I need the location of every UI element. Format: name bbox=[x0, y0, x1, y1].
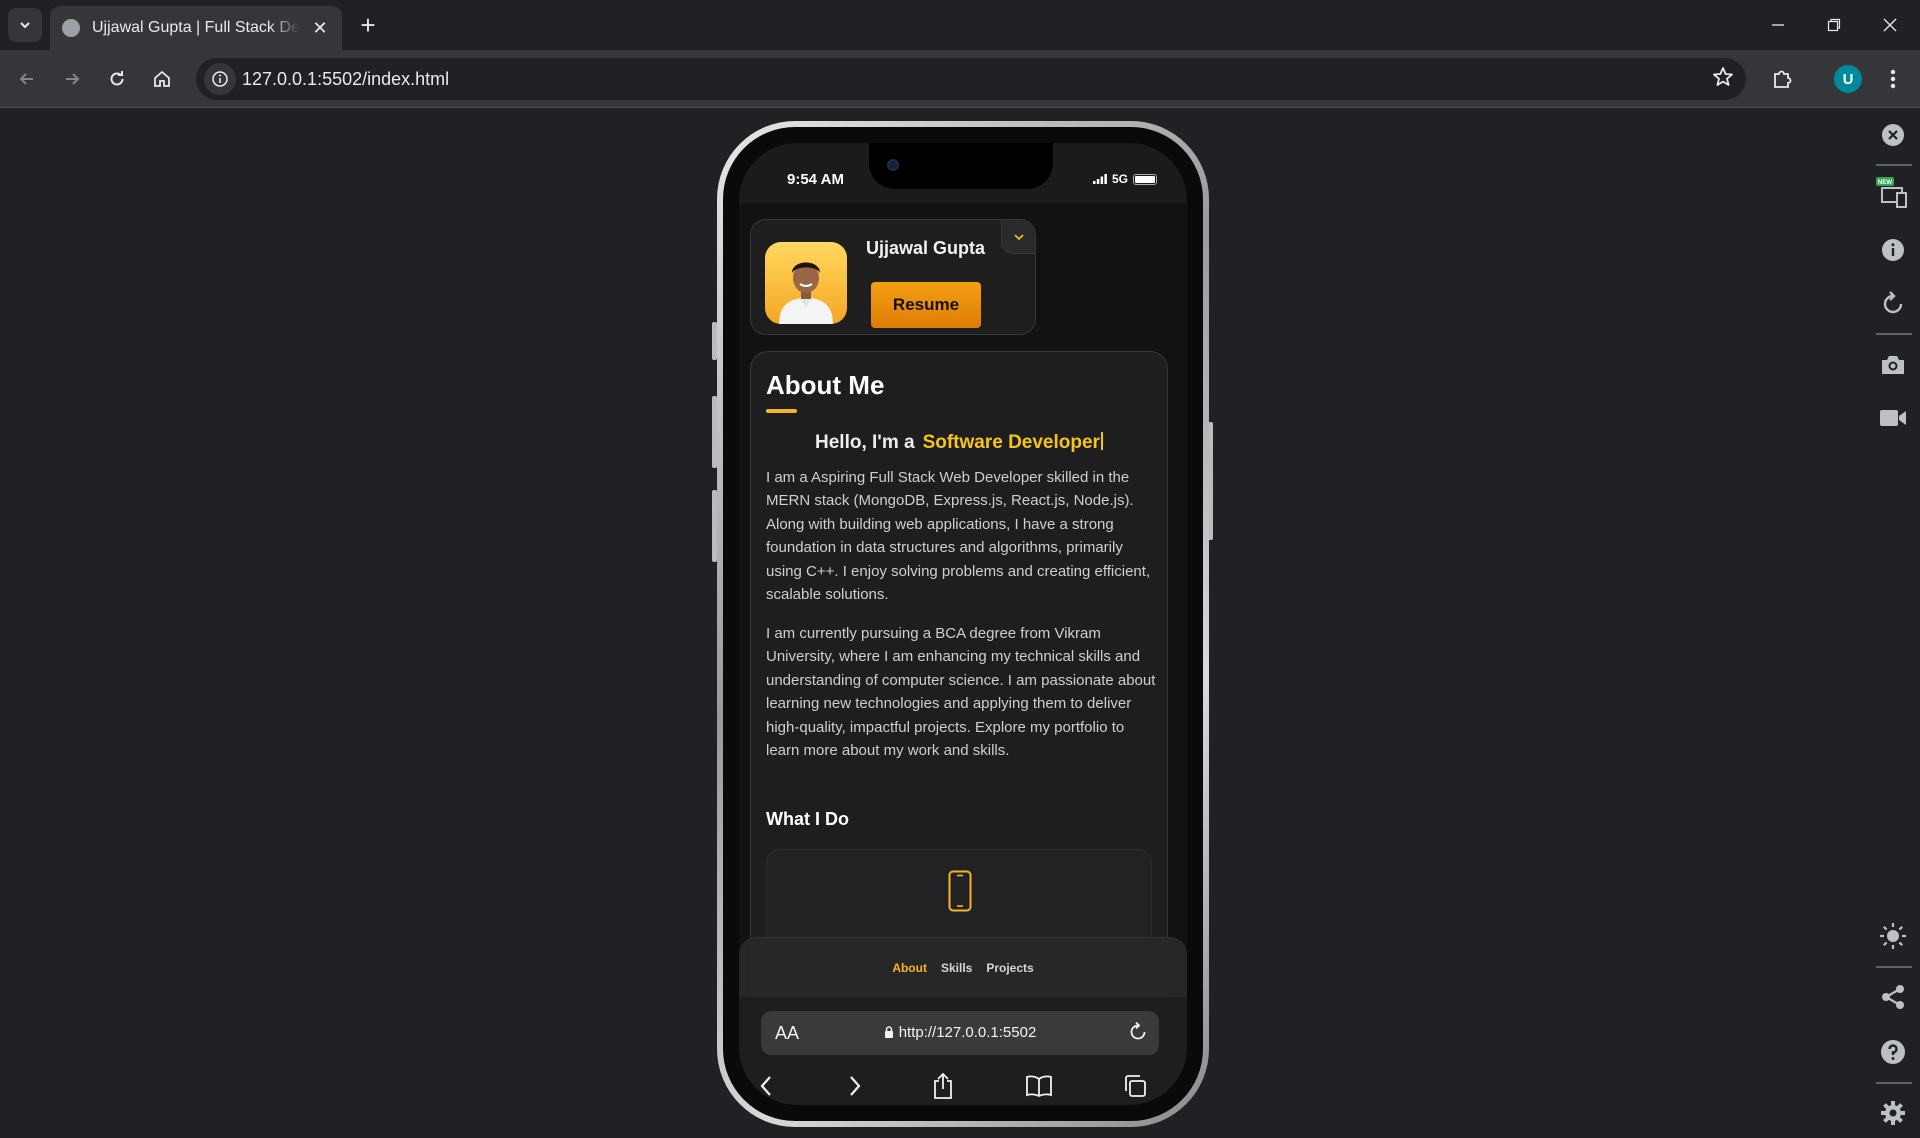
bookmark-star-icon[interactable] bbox=[1712, 66, 1734, 93]
signal-bars-icon bbox=[1092, 174, 1107, 184]
nav-item-projects[interactable]: Projects bbox=[986, 961, 1033, 975]
globe-icon bbox=[62, 19, 80, 37]
puzzle-icon bbox=[1774, 70, 1792, 88]
about-paragraph: I am a Aspiring Full Stack Web Developer… bbox=[766, 469, 1151, 604]
chevron-down-icon bbox=[1013, 233, 1024, 240]
typed-role: Software Developer bbox=[922, 432, 1100, 453]
chevron-down-icon bbox=[20, 22, 30, 29]
status-time: 9:54 AM bbox=[787, 171, 844, 188]
chevron-right-icon bbox=[850, 1076, 861, 1096]
minimize-icon bbox=[1772, 24, 1784, 26]
close-icon[interactable] bbox=[1876, 118, 1910, 152]
safari-reload-icon[interactable] bbox=[1127, 1021, 1149, 1048]
address-bar[interactable]: 127.0.0.1:5502/index.html bbox=[196, 58, 1746, 100]
browser-tab[interactable]: Ujjawal Gupta | Full Stack Developer ✕ bbox=[50, 6, 342, 50]
tab-strip: Ujjawal Gupta | Full Stack Developer ✕ + bbox=[0, 0, 1920, 50]
extensions-button[interactable] bbox=[1765, 62, 1799, 96]
info-icon[interactable] bbox=[1876, 233, 1910, 267]
phone-frame: 9:54 AM 5G Ujjawal Gupta Resume About Me… bbox=[717, 121, 1209, 1127]
typing-cursor bbox=[1100, 432, 1103, 450]
arrow-left-icon bbox=[19, 73, 33, 85]
profile-card: Ujjawal Gupta Resume bbox=[750, 219, 1036, 335]
battery-icon bbox=[1133, 173, 1157, 185]
phone-bezel: 9:54 AM 5G Ujjawal Gupta Resume About Me… bbox=[723, 127, 1203, 1121]
smartphone-icon bbox=[948, 870, 972, 912]
video-icon[interactable] bbox=[1876, 401, 1910, 435]
nav-item-skills[interactable]: Skills bbox=[941, 961, 972, 975]
site-info-icon[interactable] bbox=[204, 63, 236, 95]
resume-button[interactable]: Resume bbox=[871, 282, 981, 328]
help-icon[interactable] bbox=[1876, 1035, 1910, 1069]
reload-icon bbox=[110, 71, 124, 86]
share-icon[interactable] bbox=[1876, 980, 1910, 1014]
nav-item-about[interactable]: About bbox=[892, 961, 927, 975]
network-label: 5G bbox=[1111, 172, 1128, 186]
settings-icon[interactable] bbox=[1876, 1096, 1910, 1130]
safari-back-button[interactable] bbox=[749, 1069, 783, 1103]
page-title: About Me bbox=[766, 370, 885, 400]
url-text[interactable]: 127.0.0.1:5502/index.html bbox=[242, 69, 449, 90]
menu-button[interactable] bbox=[1876, 62, 1910, 96]
front-camera bbox=[887, 159, 899, 171]
safari-bookmarks-button[interactable] bbox=[1022, 1069, 1056, 1103]
hello-prefix: Hello, I'm a bbox=[815, 432, 915, 453]
svg-text:NEW: NEW bbox=[1878, 180, 1892, 186]
tab-close-icon[interactable]: ✕ bbox=[310, 18, 330, 39]
status-bar: 9:54 AM 5G bbox=[739, 143, 1187, 203]
safari-url[interactable]: http://127.0.0.1:5502 bbox=[761, 1024, 1159, 1041]
tab-title: Ujjawal Gupta | Full Stack Developer bbox=[92, 19, 300, 36]
what-i-do-heading: What I Do bbox=[766, 809, 849, 829]
lock-icon bbox=[884, 1026, 893, 1038]
share-icon bbox=[934, 1072, 952, 1099]
close-window-button[interactable] bbox=[1862, 0, 1918, 50]
safari-url-text: http://127.0.0.1:5502 bbox=[898, 1024, 1037, 1041]
safari-forward-button[interactable] bbox=[838, 1069, 872, 1103]
minimize-button[interactable] bbox=[1750, 0, 1806, 50]
bottom-navbar: About Skills Projects bbox=[739, 937, 1187, 997]
portfolio-page: Ujjawal Gupta Resume About Me Hello, I'm… bbox=[739, 203, 1187, 1051]
expand-contacts-button[interactable] bbox=[1001, 220, 1035, 254]
browser-toolbar: 127.0.0.1:5502/index.html U bbox=[0, 50, 1920, 108]
camera-icon[interactable] bbox=[1876, 348, 1910, 382]
about-paragraph: I am currently pursuing a BCA degree fro… bbox=[766, 625, 1156, 760]
home-button[interactable] bbox=[145, 62, 179, 96]
person-photo-icon bbox=[779, 262, 833, 324]
safari-toolbar: AA http://127.0.0.1:5502 bbox=[739, 997, 1187, 1105]
new-tab-button[interactable]: + bbox=[354, 12, 382, 40]
kebab-menu-icon bbox=[1890, 69, 1896, 89]
rail-divider bbox=[1876, 333, 1912, 335]
responsive-new-icon[interactable]: NEW bbox=[1876, 176, 1910, 210]
arrow-right-icon bbox=[66, 73, 80, 85]
forward-button[interactable] bbox=[55, 62, 89, 96]
rail-divider bbox=[1876, 164, 1912, 166]
reload-button[interactable] bbox=[100, 62, 134, 96]
phone-screen: 9:54 AM 5G Ujjawal Gupta Resume About Me… bbox=[739, 143, 1187, 1105]
restore-icon bbox=[1827, 18, 1841, 32]
title-underline bbox=[766, 409, 797, 413]
close-icon bbox=[1883, 18, 1897, 32]
typing-headline: Hello, I'm a Software Developer bbox=[751, 432, 1167, 454]
chevron-left-icon bbox=[760, 1076, 771, 1096]
rail-divider bbox=[1876, 1082, 1912, 1084]
back-button[interactable] bbox=[10, 62, 44, 96]
safari-tabs-button[interactable] bbox=[1118, 1069, 1152, 1103]
brightness-icon[interactable] bbox=[1876, 919, 1910, 953]
rotate-icon[interactable] bbox=[1876, 287, 1910, 321]
dynamic-notch bbox=[869, 143, 1053, 189]
tabs-icon bbox=[1125, 1075, 1146, 1097]
status-indicators: 5G bbox=[1092, 172, 1157, 186]
book-icon bbox=[1026, 1075, 1052, 1097]
safari-share-button[interactable] bbox=[926, 1069, 960, 1103]
home-icon bbox=[154, 70, 170, 87]
rail-divider bbox=[1876, 966, 1912, 968]
tab-search-button[interactable] bbox=[8, 8, 42, 42]
restore-button[interactable] bbox=[1806, 0, 1862, 50]
safari-address-bar[interactable]: AA http://127.0.0.1:5502 bbox=[761, 1011, 1159, 1055]
profile-name: Ujjawal Gupta bbox=[866, 238, 986, 258]
profile-avatar[interactable]: U bbox=[1834, 65, 1862, 93]
avatar bbox=[765, 242, 847, 324]
